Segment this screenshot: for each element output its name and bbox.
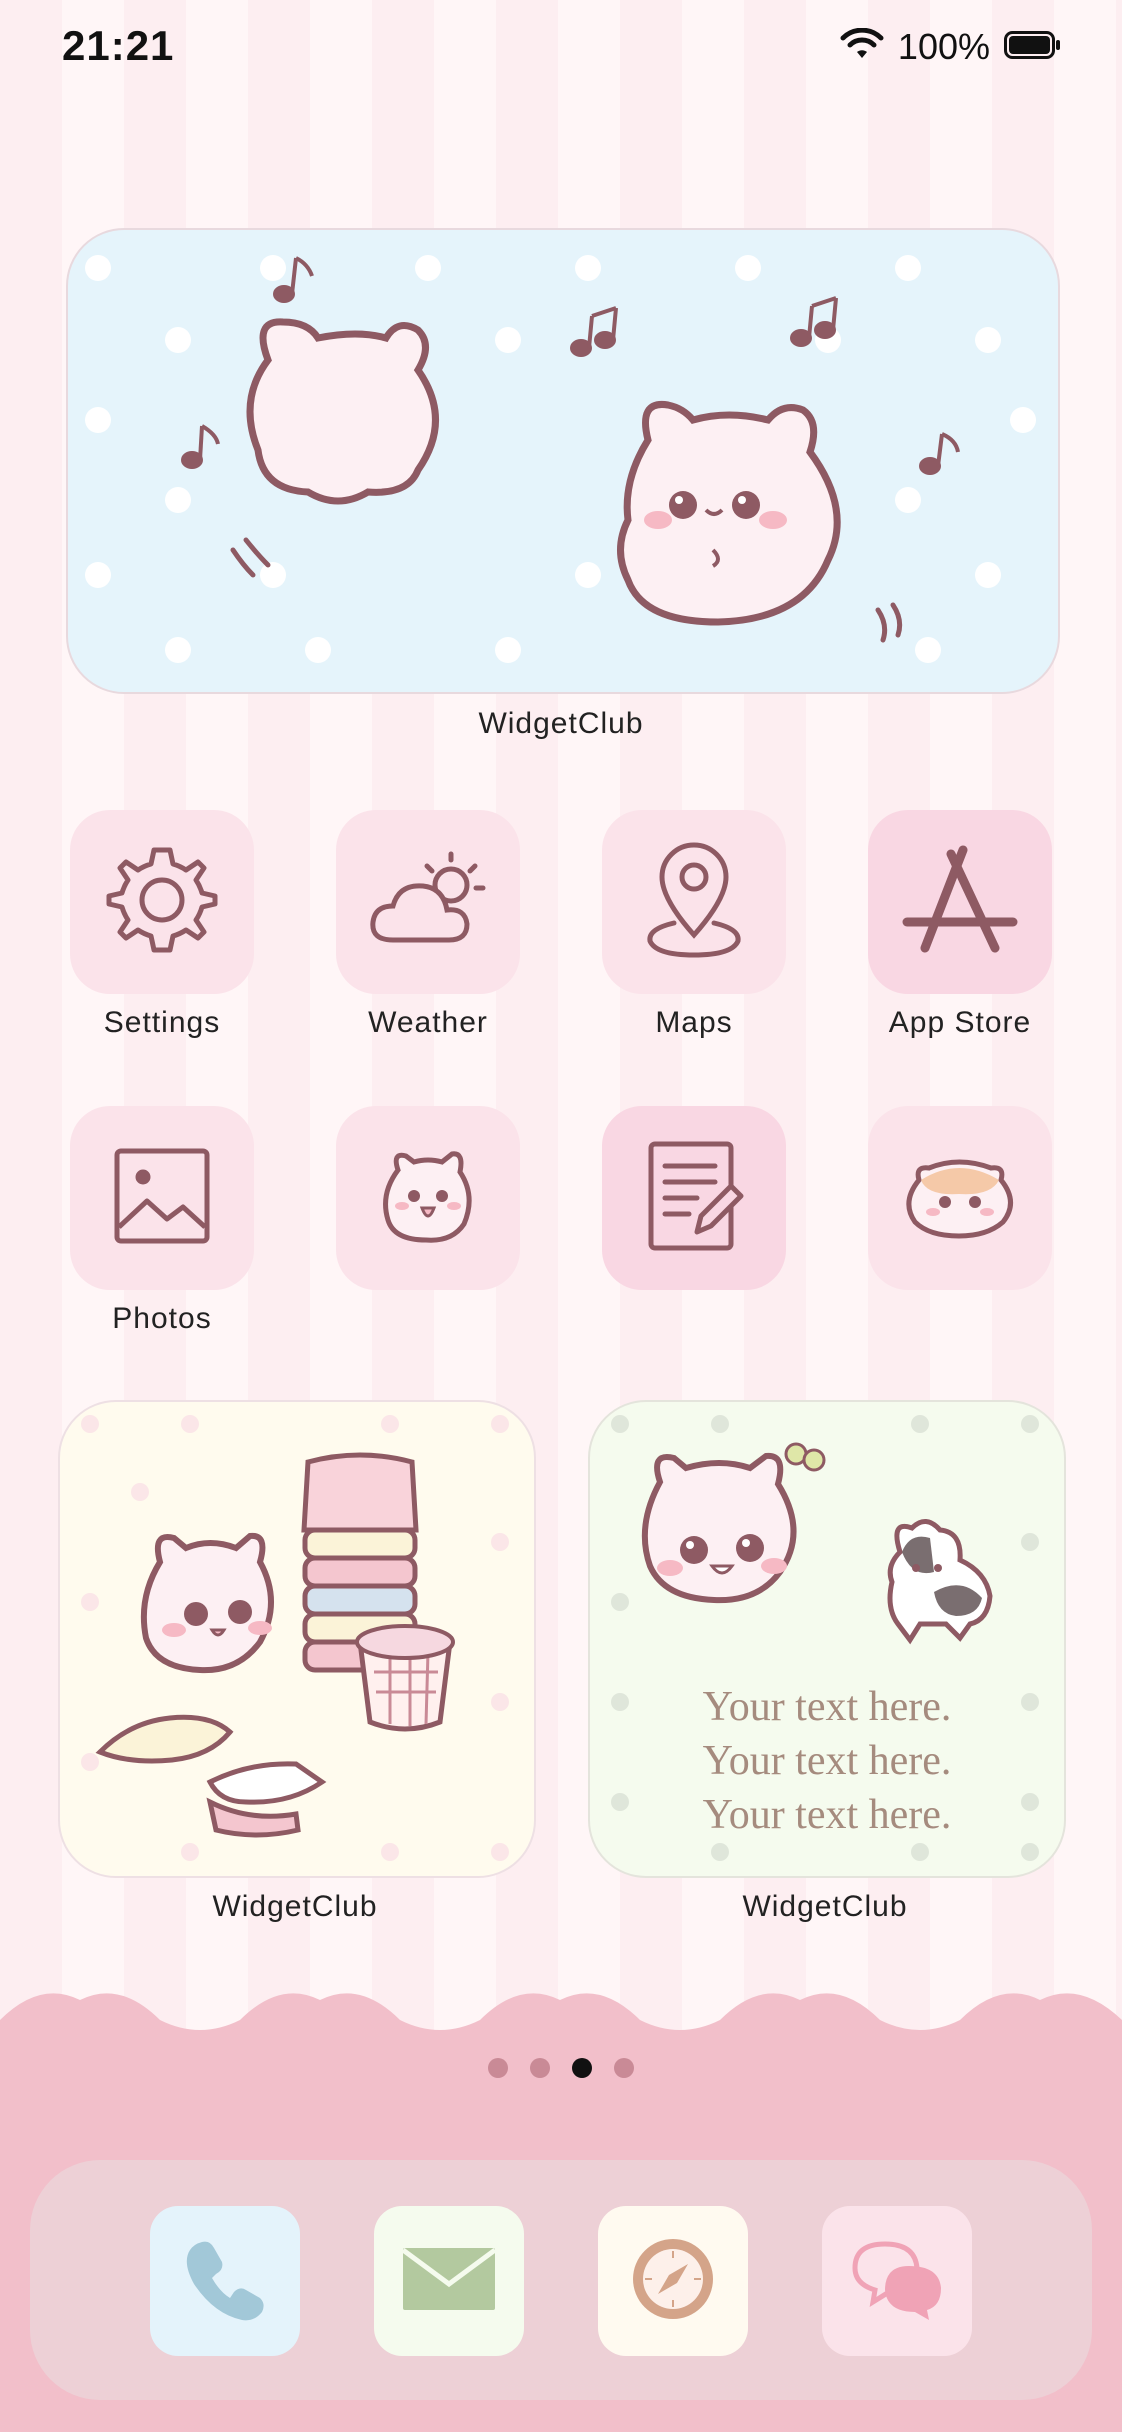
dock-phone[interactable] <box>150 2206 300 2356</box>
compass-icon <box>628 2234 718 2329</box>
page-dot-2[interactable] <box>530 2058 550 2078</box>
dock-safari[interactable] <box>598 2206 748 2356</box>
gear-icon <box>102 840 222 965</box>
chat-bubbles-icon <box>849 2236 945 2327</box>
app-settings[interactable] <box>70 810 254 994</box>
app-maps[interactable] <box>602 810 786 994</box>
mail-icon <box>401 2244 497 2319</box>
image-icon <box>107 1141 217 1256</box>
app-photos[interactable] <box>70 1106 254 1290</box>
dock-mail[interactable] <box>374 2206 524 2356</box>
status-bar: 21:21 100% <box>0 0 1122 100</box>
widgetclub-text-widget[interactable]: Your text here. Your text here. Your tex… <box>588 1400 1066 1878</box>
page-dot-4[interactable] <box>614 2058 634 2078</box>
app-notes-edit[interactable] <box>602 1106 786 1290</box>
map-pin-icon <box>634 835 754 970</box>
clock: 21:21 <box>62 22 175 69</box>
app-store-icon <box>895 840 1025 965</box>
app-cat-character[interactable] <box>336 1106 520 1290</box>
app-hamster[interactable] <box>868 1106 1052 1290</box>
cloud-sun-icon <box>363 840 493 965</box>
widget-label-bottom-right: WidgetClub <box>742 1890 908 1923</box>
widgetclub-laundry-widget[interactable] <box>58 1400 536 1878</box>
page-indicator[interactable] <box>0 2058 1122 2078</box>
phone-icon <box>180 2234 270 2329</box>
app-label-app-store: App Store <box>888 1006 1032 1039</box>
laundry-cat-illustration <box>81 1415 509 1861</box>
cat-and-dog-illustration: Your text here. Your text here. Your tex… <box>611 1415 1039 1861</box>
widget-label-bottom-left: WidgetClub <box>212 1890 378 1923</box>
app-label-photos: Photos <box>112 1302 212 1335</box>
wifi-icon <box>840 27 884 67</box>
status-indicators: 100% <box>840 26 1062 68</box>
hamster-icon <box>895 1146 1025 1251</box>
battery-icon <box>1004 30 1062 64</box>
battery-percentage: 100% <box>897 26 990 67</box>
cat-character-icon <box>368 1136 488 1261</box>
app-app-store[interactable] <box>868 810 1052 994</box>
app-label-weather: Weather <box>368 1006 488 1039</box>
widgetclub-top-widget[interactable] <box>66 228 1060 694</box>
app-label-settings: Settings <box>103 1006 221 1039</box>
widget-text-line-2: Your text here. <box>703 1738 952 1784</box>
widget-text-line-3: Your text here. <box>703 1792 952 1838</box>
page-dot-1[interactable] <box>488 2058 508 2078</box>
app-weather[interactable] <box>336 810 520 994</box>
widget-label-top: WidgetClub <box>478 707 644 740</box>
widget-text-line-1: Your text here. <box>703 1684 952 1730</box>
app-label-maps: Maps <box>655 1006 733 1039</box>
notes-edit-icon <box>639 1136 749 1261</box>
dock-messages[interactable] <box>822 2206 972 2356</box>
page-dot-3-active[interactable] <box>572 2058 592 2078</box>
dancing-cats-illustration <box>85 255 1036 663</box>
